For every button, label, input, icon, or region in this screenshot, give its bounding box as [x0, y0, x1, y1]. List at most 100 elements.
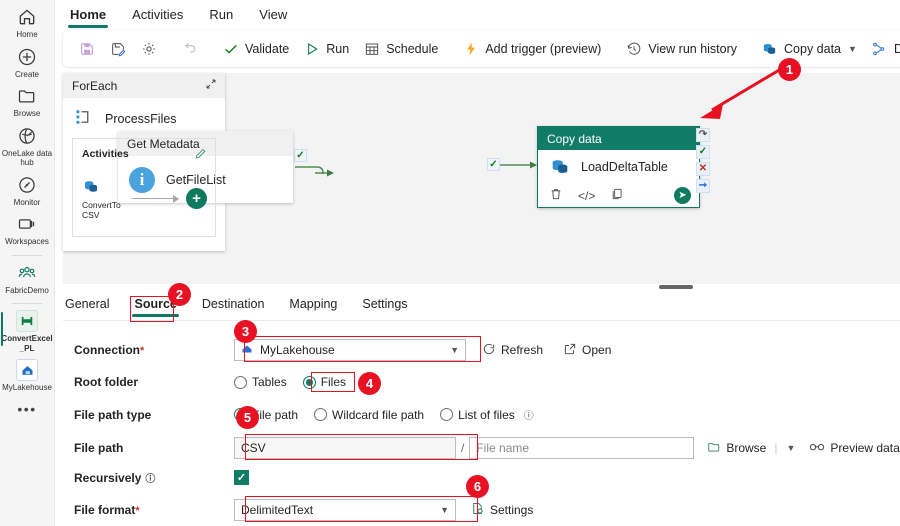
sidebar-item-create[interactable]: Create — [0, 46, 55, 80]
run-button[interactable]: Run — [296, 35, 356, 63]
recursively-label: Recursively ⓘ — [74, 470, 156, 485]
add-trigger-button[interactable]: Add trigger (preview) — [455, 35, 608, 63]
rail-divider — [12, 303, 42, 304]
save-as-button[interactable] — [102, 35, 133, 63]
add-activity-button[interactable]: + — [186, 188, 207, 209]
file-name-input[interactable]: File name — [469, 437, 695, 459]
dataflow-button[interactable]: Dataf — [864, 35, 900, 63]
browse-chevron-down-icon[interactable]: ▼ — [786, 443, 795, 453]
gear-icon — [140, 40, 157, 57]
left-nav-rail: Home Create Browse OneLake data hub Moni — [0, 0, 55, 526]
file-format-settings-button[interactable]: Settings — [470, 501, 533, 519]
form-row-recursively: Recursively ⓘ ✓ — [74, 470, 249, 485]
sidebar-item-home[interactable]: Home — [0, 6, 55, 40]
file-format-label: File format* — [74, 503, 140, 517]
code-icon[interactable]: </> — [578, 189, 595, 203]
run-label: Run — [326, 41, 350, 56]
view-run-history-button[interactable]: View run history — [618, 35, 744, 63]
lightning-bolt-icon — [462, 40, 479, 57]
sidebar-item-workspaces[interactable]: Workspaces — [0, 213, 55, 247]
chevron-down-icon: ▼ — [450, 345, 459, 355]
connection-dropdown[interactable]: MyLakehouse ▼ — [234, 339, 466, 361]
undo-icon — [181, 40, 198, 57]
pipeline-canvas[interactable]: ✓ ✓ Get Metadata i GetFileList ForEach P… — [63, 73, 900, 285]
tab-general[interactable]: General — [63, 295, 111, 318]
info-icon[interactable]: ⓘ — [145, 470, 155, 485]
undo-button[interactable] — [174, 35, 205, 63]
preview-data-button[interactable]: Preview data — [809, 440, 900, 456]
node-header: ForEach — [63, 73, 225, 98]
radio-wildcard-file-path[interactable]: Wildcard file path — [314, 408, 424, 422]
tab-activities[interactable]: Activities — [130, 3, 185, 28]
skip-arrow-icon[interactable]: ➞ — [696, 179, 710, 193]
pipeline-icon — [16, 310, 38, 332]
node-name-label: ProcessFiles — [105, 111, 177, 126]
folder-icon — [16, 85, 38, 107]
form-row-root-folder: Root folder Tables Files — [74, 375, 362, 389]
open-external-icon — [563, 342, 577, 359]
tab-run[interactable]: Run — [207, 3, 235, 28]
glasses-icon — [809, 440, 825, 456]
radio-label: Files — [320, 375, 347, 389]
sidebar-item-convertexcel-pl[interactable]: ConvertExcel_PL — [0, 310, 55, 353]
sidebar-item-mylakehouse[interactable]: MyLakehouse — [0, 359, 55, 393]
refresh-button[interactable]: Refresh — [482, 342, 543, 359]
recursively-checkbox[interactable]: ✓ — [234, 470, 249, 485]
delete-icon[interactable] — [549, 187, 563, 204]
form-row-file-format: File format* DelimitedText ▼ Settings — [74, 499, 533, 521]
info-icon[interactable]: ⓘ — [524, 407, 534, 422]
preview-data-label: Preview data — [830, 441, 900, 455]
copy-data-button[interactable]: Copy data ▼ — [754, 35, 864, 63]
file-path-input[interactable]: CSV — [234, 437, 456, 459]
sidebar-label: Workspaces — [5, 237, 49, 246]
clone-icon[interactable] — [610, 187, 624, 204]
node-type-label: Copy data — [538, 127, 699, 150]
connector-success-check-1[interactable]: ✓ — [294, 149, 307, 162]
collapse-icon[interactable] — [205, 78, 217, 93]
tab-destination[interactable]: Destination — [200, 295, 267, 318]
sidebar-item-monitor[interactable]: Monitor — [0, 174, 55, 208]
activity-node-copy-data[interactable]: Copy data LoadDeltaTable </> ➤ — [537, 126, 700, 208]
foreach-loop-icon — [74, 107, 94, 130]
fail-x-icon[interactable]: ✕ — [696, 162, 710, 176]
annotation-badge-4: 4 — [358, 372, 381, 395]
radio-files[interactable]: Files — [302, 375, 347, 389]
tab-settings[interactable]: Settings — [360, 295, 409, 318]
radio-tables[interactable]: Tables — [234, 375, 287, 389]
inner-activity-flow: ConvertTo CSV + — [82, 177, 207, 220]
divider: | — [774, 441, 778, 455]
validate-button[interactable]: Validate — [215, 35, 296, 63]
file-path-label: File path — [74, 441, 124, 455]
refresh-icon — [482, 342, 496, 359]
node-status-buttons: ↷ ✓ ✕ ➞ — [696, 128, 710, 193]
radio-list-of-files[interactable]: List of files ⓘ — [440, 407, 534, 422]
calendar-grid-icon — [363, 40, 380, 57]
schedule-button[interactable]: Schedule — [356, 35, 445, 63]
connector-success-check-2[interactable]: ✓ — [487, 158, 500, 171]
tab-view[interactable]: View — [257, 3, 289, 28]
sidebar-item-onelake-data-hub[interactable]: OneLake data hub — [0, 125, 55, 168]
refresh-label: Refresh — [501, 343, 544, 357]
file-format-value: DelimitedText — [241, 503, 314, 517]
more-dots-icon: ••• — [17, 400, 37, 417]
sidebar-item-fabricdemo[interactable]: FabricDemo — [0, 262, 55, 296]
run-arrow-icon[interactable]: ➤ — [674, 187, 691, 204]
browse-button[interactable]: Browse — [707, 440, 766, 457]
tab-home[interactable]: Home — [68, 3, 109, 28]
sidebar-more-button[interactable]: ••• — [0, 399, 55, 417]
open-button[interactable]: Open — [563, 342, 611, 359]
tab-mapping[interactable]: Mapping — [287, 295, 339, 318]
validate-label: Validate — [245, 41, 290, 56]
activity-node-foreach[interactable]: ForEach ProcessFiles Activities ConvertT… — [63, 73, 225, 251]
save-button[interactable] — [71, 35, 102, 63]
file-format-dropdown[interactable]: DelimitedText ▼ — [234, 499, 456, 521]
rerun-icon[interactable]: ↷ — [696, 128, 710, 142]
settings-gear-button[interactable] — [133, 35, 164, 63]
save-as-icon — [109, 40, 126, 57]
connection-value: MyLakehouse — [260, 343, 335, 357]
sidebar-item-browse[interactable]: Browse — [0, 85, 55, 119]
node-name-label: LoadDeltaTable — [581, 160, 668, 174]
add-trigger-label: Add trigger (preview) — [485, 41, 602, 56]
success-check-icon[interactable]: ✓ — [696, 145, 710, 159]
edit-pencil-icon[interactable] — [194, 147, 207, 163]
